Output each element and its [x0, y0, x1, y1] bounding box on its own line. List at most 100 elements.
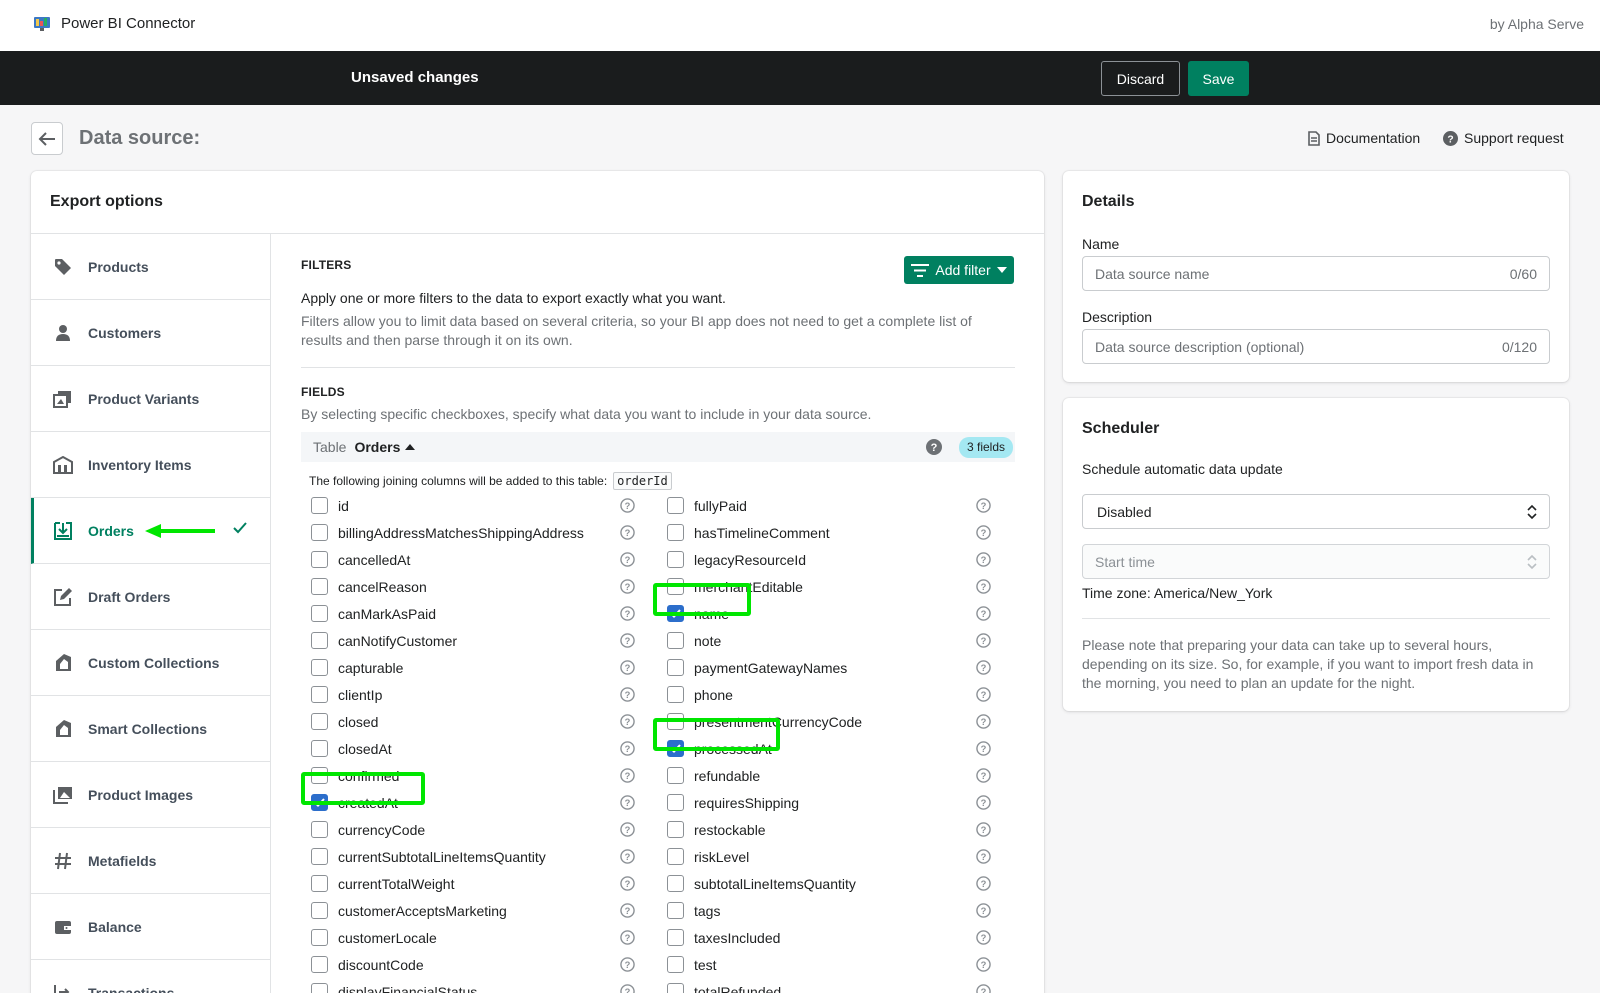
field-row[interactable]: createdAt? [301, 789, 641, 816]
field-row[interactable]: riskLevel? [657, 843, 997, 870]
help-icon[interactable]: ? [620, 552, 635, 567]
help-icon[interactable]: ? [620, 606, 635, 621]
field-checkbox[interactable] [311, 713, 328, 730]
table-selector-bar[interactable]: Table Orders ? 3 fields [301, 432, 1015, 462]
help-icon[interactable]: ? [620, 687, 635, 702]
help-icon[interactable]: ? [976, 633, 991, 648]
field-checkbox[interactable] [667, 605, 684, 622]
field-row[interactable]: customerLocale? [301, 924, 641, 951]
help-icon[interactable]: ? [620, 822, 635, 837]
help-icon[interactable]: ? [976, 660, 991, 675]
field-row[interactable]: phone? [657, 681, 997, 708]
data-source-description-input[interactable]: Data source description (optional) 0/120 [1082, 329, 1550, 364]
help-icon[interactable]: ? [620, 849, 635, 864]
field-row[interactable]: capturable? [301, 654, 641, 681]
field-checkbox[interactable] [667, 821, 684, 838]
help-icon[interactable]: ? [620, 930, 635, 945]
field-row[interactable]: confirmed? [301, 762, 641, 789]
help-icon[interactable]: ? [976, 606, 991, 621]
sidebar-item-orders[interactable]: Orders [31, 498, 270, 564]
field-row[interactable]: requiresShipping? [657, 789, 997, 816]
help-icon[interactable]: ? [620, 714, 635, 729]
sidebar-item-product-variants[interactable]: Product Variants [31, 366, 270, 432]
field-checkbox[interactable] [667, 740, 684, 757]
help-icon[interactable]: ? [976, 957, 991, 972]
data-source-name-input[interactable]: Data source name 0/60 [1082, 256, 1550, 291]
help-icon[interactable]: ? [620, 957, 635, 972]
discard-button[interactable]: Discard [1101, 61, 1180, 96]
help-icon[interactable]: ? [976, 930, 991, 945]
field-row[interactable]: restockable? [657, 816, 997, 843]
field-checkbox[interactable] [311, 632, 328, 649]
field-row[interactable]: cancelledAt? [301, 546, 641, 573]
field-checkbox[interactable] [311, 983, 328, 993]
field-checkbox[interactable] [311, 497, 328, 514]
field-checkbox[interactable] [667, 524, 684, 541]
field-checkbox[interactable] [667, 848, 684, 865]
field-checkbox[interactable] [311, 578, 328, 595]
field-checkbox[interactable] [667, 929, 684, 946]
field-row[interactable]: customerAcceptsMarketing? [301, 897, 641, 924]
support-request-link[interactable]: ? Support request [1443, 130, 1564, 146]
field-row[interactable]: closedAt? [301, 735, 641, 762]
field-checkbox[interactable] [311, 767, 328, 784]
field-checkbox[interactable] [667, 902, 684, 919]
field-checkbox[interactable] [311, 659, 328, 676]
sidebar-item-transactions[interactable]: Transactions [31, 960, 270, 993]
sidebar-item-customers[interactable]: Customers [31, 300, 270, 366]
field-checkbox[interactable] [667, 686, 684, 703]
help-icon[interactable]: ? [976, 849, 991, 864]
field-checkbox[interactable] [311, 686, 328, 703]
field-row[interactable]: displayFinancialStatus? [301, 978, 641, 993]
field-row[interactable]: taxesIncluded? [657, 924, 997, 951]
field-checkbox[interactable] [311, 848, 328, 865]
field-row[interactable]: canMarkAsPaid? [301, 600, 641, 627]
field-checkbox[interactable] [311, 902, 328, 919]
field-checkbox[interactable] [311, 875, 328, 892]
field-row[interactable]: totalRefunded? [657, 978, 997, 993]
field-checkbox[interactable] [667, 551, 684, 568]
help-icon[interactable]: ? [976, 552, 991, 567]
help-icon[interactable]: ? [620, 660, 635, 675]
field-checkbox[interactable] [311, 956, 328, 973]
field-row[interactable]: legacyResourceId? [657, 546, 997, 573]
schedule-select[interactable]: Disabled [1082, 494, 1550, 529]
field-row[interactable]: merchantEditable? [657, 573, 997, 600]
field-row[interactable]: fullyPaid? [657, 492, 997, 519]
help-icon[interactable]: ? [620, 633, 635, 648]
field-checkbox[interactable] [667, 875, 684, 892]
sidebar-item-smart-collections[interactable]: Smart Collections [31, 696, 270, 762]
help-icon[interactable]: ? [926, 439, 942, 455]
sidebar-item-product-images[interactable]: Product Images [31, 762, 270, 828]
field-row[interactable]: currentTotalWeight? [301, 870, 641, 897]
field-row[interactable]: id? [301, 492, 641, 519]
field-row[interactable]: currencyCode? [301, 816, 641, 843]
sidebar-item-balance[interactable]: Balance [31, 894, 270, 960]
field-row[interactable]: currentSubtotalLineItemsQuantity? [301, 843, 641, 870]
help-icon[interactable]: ? [976, 795, 991, 810]
field-row[interactable]: closed? [301, 708, 641, 735]
sidebar-item-draft-orders[interactable]: Draft Orders [31, 564, 270, 630]
field-checkbox[interactable] [667, 497, 684, 514]
help-icon[interactable]: ? [620, 876, 635, 891]
sidebar-item-metafields[interactable]: Metafields [31, 828, 270, 894]
help-icon[interactable]: ? [620, 741, 635, 756]
help-icon[interactable]: ? [976, 714, 991, 729]
sidebar-item-custom-collections[interactable]: Custom Collections [31, 630, 270, 696]
field-checkbox[interactable] [311, 605, 328, 622]
help-icon[interactable]: ? [620, 525, 635, 540]
field-row[interactable]: tags? [657, 897, 997, 924]
help-icon[interactable]: ? [976, 498, 991, 513]
help-icon[interactable]: ? [976, 741, 991, 756]
field-row[interactable]: note? [657, 627, 997, 654]
field-checkbox[interactable] [667, 713, 684, 730]
field-checkbox[interactable] [667, 956, 684, 973]
help-icon[interactable]: ? [620, 579, 635, 594]
field-row[interactable]: name? [657, 600, 997, 627]
help-icon[interactable]: ? [620, 498, 635, 513]
field-checkbox[interactable] [667, 659, 684, 676]
field-row[interactable]: refundable? [657, 762, 997, 789]
field-checkbox[interactable] [667, 767, 684, 784]
help-icon[interactable]: ? [976, 876, 991, 891]
help-icon[interactable]: ? [620, 984, 635, 993]
